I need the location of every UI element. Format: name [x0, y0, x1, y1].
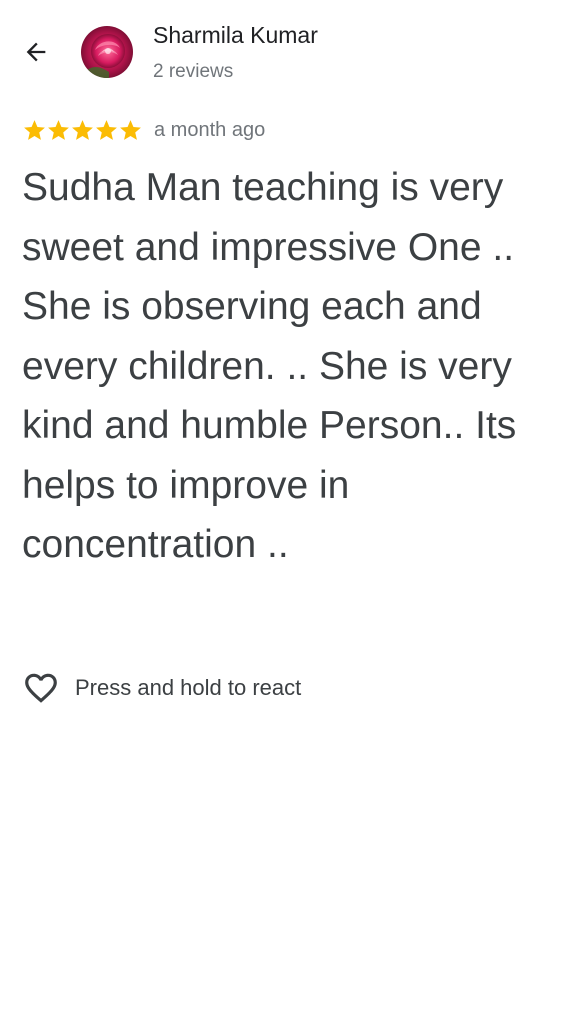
- avatar[interactable]: [81, 26, 133, 78]
- react-button[interactable]: Press and hold to react: [22, 668, 301, 708]
- rose-avatar-image: [81, 26, 133, 78]
- arrow-back-icon: [26, 42, 46, 62]
- reviewer-name[interactable]: Sharmila Kumar: [153, 22, 318, 49]
- reviewer-review-count: 2 reviews: [153, 61, 234, 82]
- rating-row: a month ago: [22, 116, 265, 144]
- star-icon: [120, 119, 141, 140]
- review-time: a month ago: [154, 118, 266, 141]
- review-header: Sharmila Kumar 2 reviews: [0, 0, 576, 105]
- back-button[interactable]: [16, 32, 56, 72]
- star-icon: [72, 119, 93, 140]
- star-icon: [48, 119, 69, 140]
- heart-outline-icon: [22, 669, 60, 707]
- star-icon: [96, 119, 117, 140]
- star-icon: [24, 119, 45, 140]
- review-text: Sudha Man teaching is very sweet and imp…: [22, 166, 517, 566]
- star-rating: [22, 118, 142, 143]
- react-label: Press and hold to react: [75, 675, 302, 700]
